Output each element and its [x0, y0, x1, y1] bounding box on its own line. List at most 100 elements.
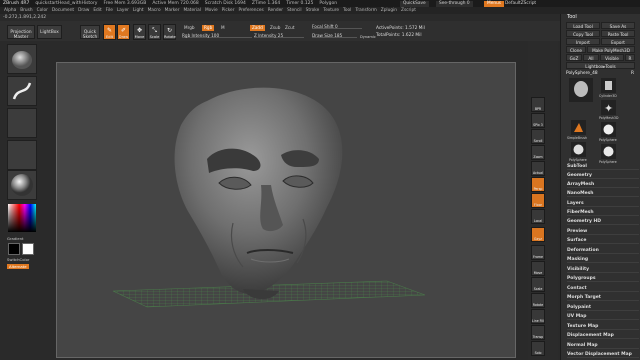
morph-target-menu[interactable]: Morph Target [567, 295, 639, 301]
menu-item[interactable]: Tool [343, 8, 351, 13]
zadd-button[interactable]: Zadd [250, 25, 265, 31]
fibermesh-menu[interactable]: FiberMesh [567, 210, 639, 216]
tool-thumb-sphere3d[interactable] [601, 122, 616, 137]
quick-sketch-button[interactable]: Quick Sketch [80, 25, 100, 40]
transp-button[interactable]: Transp [531, 325, 545, 340]
menu-item[interactable]: Stroke [306, 8, 320, 13]
menu-item[interactable]: Picker [222, 8, 235, 13]
menu-item[interactable]: Document [52, 8, 74, 13]
deformation-menu[interactable]: Deformation [567, 248, 639, 254]
main-color-swatch[interactable] [8, 243, 20, 255]
menu-item[interactable]: Color [37, 8, 48, 13]
floor-button[interactable]: Floor [531, 193, 545, 208]
menu-item[interactable]: Macro [148, 8, 161, 13]
uv-map-menu[interactable]: UV Map [567, 314, 639, 320]
scale-button[interactable]: ⤡ Scale [148, 24, 161, 40]
polygroups-menu[interactable]: Polygroups [567, 276, 639, 282]
switch-color-button[interactable]: SwitchColor [7, 257, 29, 262]
goz-visible-button[interactable]: Visible [600, 54, 624, 61]
tool-thumb-cylinder[interactable] [601, 78, 616, 93]
sculpt-canvas[interactable] [57, 63, 516, 358]
zcut-button[interactable]: Zcut [283, 25, 296, 31]
menu-item[interactable]: Alpha [4, 8, 16, 13]
preview-menu[interactable]: Preview [567, 229, 639, 235]
material-selector[interactable] [7, 170, 37, 200]
view-move-button[interactable]: Move [531, 261, 545, 276]
tool-thumb-polymesh[interactable]: ✦ [601, 100, 616, 115]
surface-menu[interactable]: Surface [567, 238, 639, 244]
layers-menu[interactable]: Layers [567, 201, 639, 207]
view-scale-button[interactable]: Scale [531, 277, 545, 292]
brush-selector[interactable] [7, 44, 37, 74]
import-button[interactable]: Import [566, 38, 600, 45]
bpr-button[interactable]: BPR [531, 97, 545, 112]
export-button[interactable]: Export [601, 38, 635, 45]
z-intensity-slider[interactable]: Z Intensity 25 [254, 33, 304, 38]
alpha-selector[interactable] [7, 108, 37, 138]
rgb-intensity-slider[interactable]: Rgb Intensity 100 [182, 33, 252, 38]
menu-item[interactable]: Preferences [238, 8, 263, 13]
menu-item[interactable]: Zscript [401, 8, 416, 13]
contact-menu[interactable]: Contact [567, 286, 639, 292]
stroke-selector[interactable] [7, 76, 37, 106]
tool-thumb-polysphere-2[interactable] [571, 142, 586, 157]
edit-button[interactable]: ✎ Edit [103, 24, 116, 40]
tool-r-button[interactable]: R [631, 71, 634, 76]
geometry-menu[interactable]: Geometry [567, 173, 639, 179]
masking-menu[interactable]: Masking [567, 257, 639, 263]
menu-item[interactable]: Light [133, 8, 144, 13]
rotate-button[interactable]: ↻ Rotate [163, 24, 176, 40]
texture-map-menu[interactable]: Texture Map [567, 324, 639, 330]
tool-thumb-polysphere[interactable] [569, 78, 593, 102]
color-picker[interactable] [8, 204, 36, 232]
persp-button[interactable]: Persp [531, 177, 545, 192]
displacement-map-menu[interactable]: Displacement Map [567, 333, 639, 339]
lightbox-tools-button[interactable]: Lightbox▸Tools [566, 62, 635, 69]
spix-button[interactable]: SPix 3 [531, 113, 545, 128]
goz-button[interactable]: GoZ [566, 54, 582, 61]
zsub-button[interactable]: Zsub [268, 25, 282, 31]
view-rotate-button[interactable]: Rotate [531, 293, 545, 308]
save-as-button[interactable]: Save As [601, 22, 635, 29]
scroll-button[interactable]: Scroll [531, 129, 545, 144]
subtool-menu[interactable]: SubTool [567, 164, 639, 170]
geometry-hd-menu[interactable]: Geometry HD [567, 219, 639, 225]
menu-item[interactable]: Brush [20, 8, 32, 13]
lightbox-button[interactable]: LightBox [37, 25, 62, 39]
goz-all-button[interactable]: All [583, 54, 599, 61]
tool-thumb-polysphere-3[interactable] [601, 144, 616, 159]
menu-item[interactable]: Layer [117, 8, 129, 13]
vector-displacement-map-menu[interactable]: Vector Displacement Map [567, 352, 639, 358]
alternate-button[interactable]: Alternate [7, 264, 29, 269]
menu-item[interactable]: File [106, 8, 113, 13]
local-button[interactable]: Local [531, 209, 545, 224]
solo-button[interactable]: Solo [531, 341, 545, 356]
zoom-button[interactable]: Zoom [531, 145, 545, 160]
draw-size-slider[interactable]: Draw Size 185 [312, 33, 357, 38]
normal-map-menu[interactable]: Normal Map [567, 343, 639, 349]
nanomesh-menu[interactable]: NanoMesh [567, 191, 639, 197]
menu-item[interactable]: Marker [165, 8, 180, 13]
menu-item[interactable]: Draw [78, 8, 89, 13]
frame-button[interactable]: Frame [531, 245, 545, 260]
dynamic-button[interactable]: Dynamic [358, 34, 378, 40]
paste-tool-button[interactable]: Paste Tool [601, 30, 635, 37]
canvas-viewport[interactable] [56, 62, 516, 358]
menu-item[interactable]: Texture [323, 8, 339, 13]
secondary-color-swatch[interactable] [22, 243, 34, 255]
copy-tool-button[interactable]: Copy Tool [566, 30, 600, 37]
actual-button[interactable]: Actual [531, 161, 545, 176]
menu-item[interactable]: Transform [355, 8, 376, 13]
polypaint-menu[interactable]: Polypaint [567, 305, 639, 311]
arraymesh-menu[interactable]: ArrayMesh [567, 182, 639, 188]
menu-item[interactable]: Stencil [287, 8, 302, 13]
menu-item[interactable]: Movie [205, 8, 218, 13]
goz-r-button[interactable]: R [625, 54, 635, 61]
gxyz-button[interactable]: Gxyz [531, 227, 545, 242]
rgb-button[interactable]: Rgb [202, 25, 215, 31]
menu-item[interactable]: Zplugin [381, 8, 397, 13]
menu-item[interactable]: Material [183, 8, 200, 13]
texture-selector[interactable] [7, 140, 37, 170]
menu-item[interactable]: Render [268, 8, 283, 13]
make-polymesh-button[interactable]: Make PolyMesh3D [587, 46, 635, 53]
